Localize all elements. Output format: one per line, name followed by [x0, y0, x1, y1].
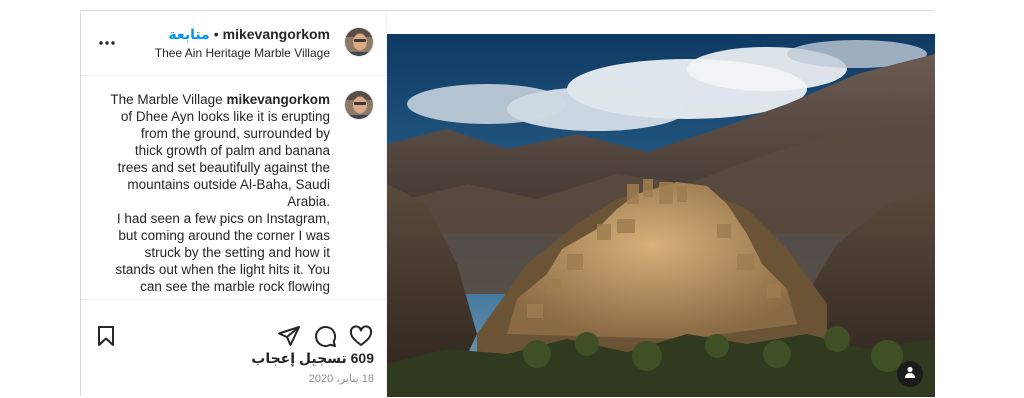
author-avatar[interactable] [344, 27, 374, 57]
share-icon[interactable] [277, 324, 301, 348]
comments-area: The Marble Village mikevangorkom of Dhee… [81, 76, 386, 298]
post-photo[interactable] [387, 34, 935, 397]
more-options-icon[interactable] [97, 33, 117, 53]
post-date[interactable]: 18 يناير، 2020 [309, 372, 374, 385]
bookmark-icon[interactable] [94, 324, 118, 348]
post-header: متابعة • mikevangorkom Thee Ain Heritage M… [81, 11, 386, 76]
post-media [387, 11, 935, 397]
post-location[interactable]: Thee Ain Heritage Marble Village [155, 46, 330, 60]
caption-avatar[interactable] [344, 90, 374, 120]
likes-count[interactable]: 609 تسجيل إعجاب [251, 350, 374, 367]
post-actions: 609 تسجيل إعجاب 18 يناير، 2020 [81, 299, 386, 398]
post-caption: The Marble Village mikevangorkom of Dhee… [110, 91, 330, 298]
user-tag-icon [903, 365, 917, 384]
follow-button[interactable]: متابعة [168, 26, 209, 42]
post-sidebar: متابعة • mikevangorkom Thee Ain Heritage M… [81, 11, 387, 397]
caption-prefix: The Marble Village [110, 92, 223, 107]
tagged-users-button[interactable] [897, 361, 923, 387]
caption-paragraph-2: I had seen a few pics on Instagram, but … [115, 211, 330, 298]
heart-icon[interactable] [349, 324, 373, 348]
caption-username[interactable]: mikevangorkom [226, 92, 330, 107]
instagram-post: متابعة • mikevangorkom Thee Ain Heritage M… [80, 10, 935, 397]
author-username[interactable]: mikevangorkom [223, 26, 330, 42]
header-title-line: متابعة • mikevangorkom [168, 26, 330, 43]
comment-icon[interactable] [313, 324, 337, 348]
separator-dot: • [213, 26, 219, 42]
caption-paragraph-1: of Dhee Ayn looks like it is erupting fr… [117, 109, 330, 209]
